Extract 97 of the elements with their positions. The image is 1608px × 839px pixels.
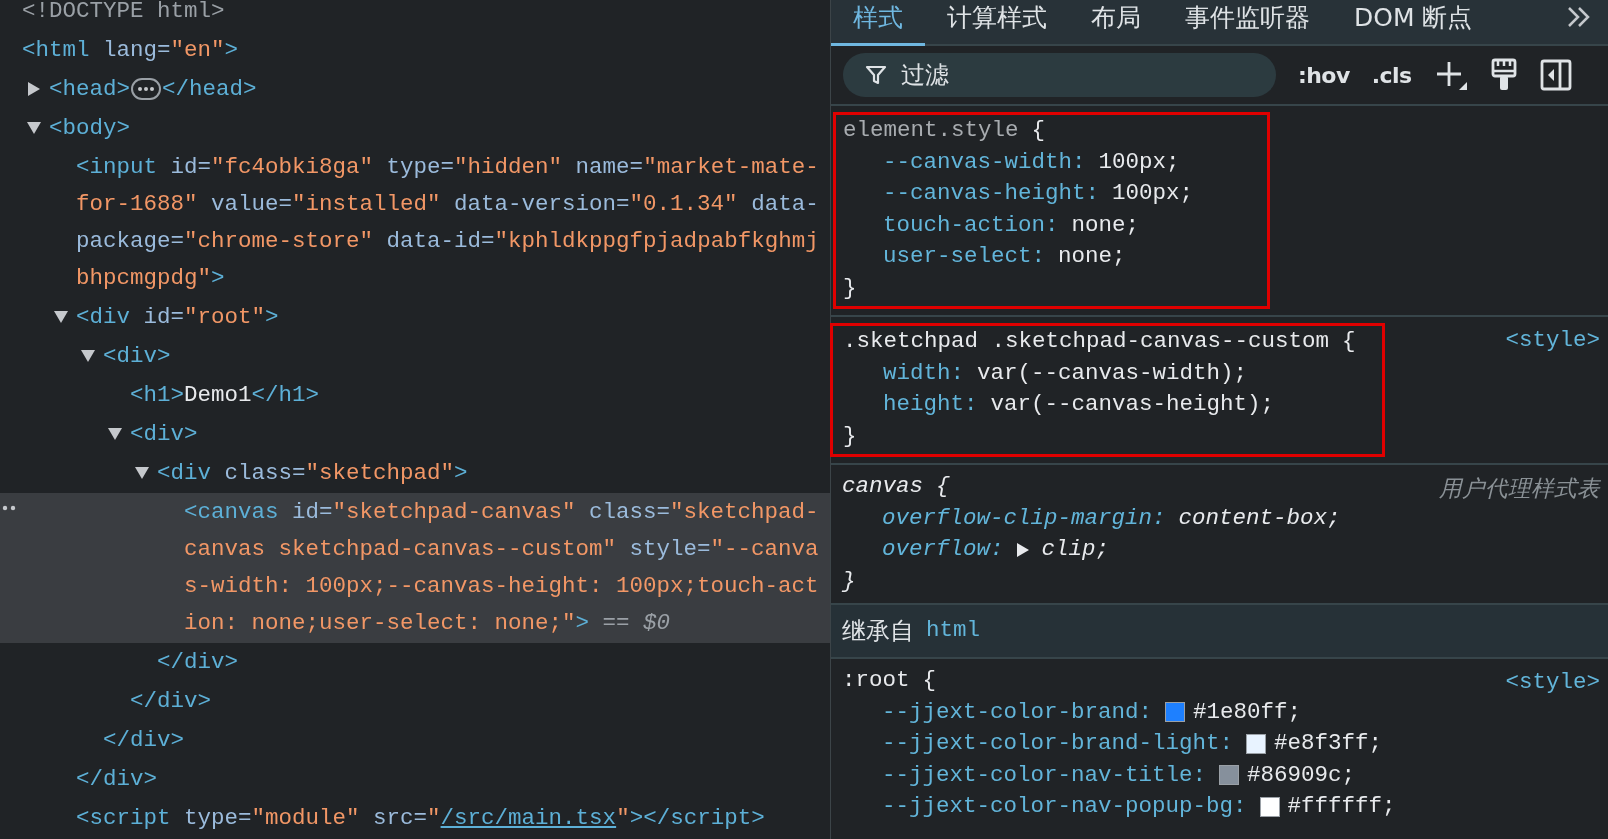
close-brace: }	[842, 566, 856, 596]
expand-toggle-icon[interactable]	[1016, 542, 1029, 557]
css-property[interactable]: touch-action:	[883, 209, 1059, 241]
expand-toggle-icon[interactable]	[27, 82, 41, 96]
expand-toggle-icon[interactable]	[135, 466, 149, 480]
selected-row[interactable]: <canvas id="sketchpad-canvas" class="sketchpad-canvas sketchpad-canvas--custom" style="--canvas-width: 100px;--canvas-height: 100px;touch-action: none;user-select: none;"> == $0	[0, 493, 830, 643]
tab[interactable]: 样式	[831, 0, 925, 46]
css-property[interactable]: --jjext-color-nav-popup-bg:	[882, 791, 1247, 823]
dom-tree-row[interactable]: <div id="root">	[0, 298, 830, 337]
css-value[interactable]: var(--canvas-width);	[977, 357, 1248, 389]
css-value[interactable]: clip;	[1041, 534, 1110, 566]
css-selector: canvas	[842, 472, 923, 501]
dom-node-markup: <div id="root">	[76, 303, 280, 332]
dom-node-markup: <!DOCTYPE html>	[22, 0, 226, 26]
dom-tree-row[interactable]: </div>	[0, 721, 830, 760]
dom-node-markup: <html lang="en">	[22, 36, 240, 65]
dom-node-markup: <div>	[103, 342, 172, 371]
color-swatch[interactable]	[1165, 702, 1186, 723]
dom-tree-row[interactable]: <!DOCTYPE html>	[0, 0, 830, 31]
filter-icon	[865, 64, 887, 86]
dom-node-markup: </div>	[76, 765, 158, 794]
css-selector: .sketchpad .sketchpad-canvas--custom	[843, 327, 1330, 356]
color-swatch[interactable]	[1219, 765, 1240, 786]
tab[interactable]: 布局	[1069, 0, 1163, 46]
expand-toggle-icon[interactable]	[81, 349, 95, 363]
css-value[interactable]: content-box;	[1178, 502, 1341, 534]
dom-tree-row[interactable]: <input id="fc4obki8ga" type="hidden" name="market-mate-for-1688" value="installed" data-version="0.1.34" data-package="chrome-store" data-id="kphldkppgfpjadpabfkghmjbhpcmgpdg">	[0, 148, 830, 298]
expand-toggle-icon[interactable]	[27, 121, 41, 135]
css-value[interactable]: 100px;	[1112, 178, 1194, 210]
dom-tree-row[interactable]: <div class="sketchpad">	[0, 454, 830, 493]
css-property[interactable]: overflow:	[882, 534, 1004, 566]
toolbar-toggle[interactable]: :hov	[1298, 58, 1350, 92]
tab[interactable]: 事件监听器	[1163, 0, 1332, 46]
dom-tree-row[interactable]: <html lang="en">	[0, 31, 830, 70]
toolbar-toggle[interactable]: .cls	[1371, 58, 1412, 92]
css-property[interactable]: --canvas-width:	[883, 146, 1086, 178]
dom-node-markup: <script type="module" src="/src/main.tsx"></script>	[76, 804, 766, 833]
dom-tree-row[interactable]: <div>	[0, 337, 830, 376]
dom-tree-row[interactable]: </div>	[0, 682, 830, 721]
open-brace: {	[1342, 327, 1356, 356]
css-selector: element.style	[843, 116, 1019, 145]
dom-node-markup: <div class="sketchpad">	[157, 459, 469, 488]
css-property[interactable]: user-select:	[883, 241, 1046, 273]
dom-node-markup: <canvas id="sketchpad-canvas" class="sketchpad-canvas sketchpad-canvas--custom" style="--canvas-width: 100px;--canvas-height: 100px;touch-action: none;user-select: none;"> == $0	[184, 498, 820, 638]
css-value[interactable]: #ffffff;	[1287, 791, 1396, 823]
sidebar-toggle-icon[interactable]	[1539, 59, 1572, 91]
dom-tree-row[interactable]: <body>	[0, 109, 830, 148]
css-value[interactable]: #86909c;	[1247, 759, 1356, 791]
css-property[interactable]: width:	[883, 357, 964, 389]
css-value[interactable]: #1e80ff;	[1193, 696, 1302, 728]
source-link[interactable]: <style>	[1505, 667, 1600, 699]
css-property[interactable]: --jjext-color-nav-title:	[882, 759, 1207, 791]
source-link[interactable]: <style>	[1505, 325, 1600, 357]
css-value[interactable]: none;	[1058, 241, 1126, 273]
dom-tree-row[interactable]: <h1>Demo1</h1>	[0, 376, 830, 415]
dom-node-markup: <head> </head>	[49, 75, 258, 104]
dom-node-markup: </div>	[130, 687, 212, 716]
open-brace: {	[922, 666, 937, 695]
inherited-label: 继承自	[842, 616, 914, 647]
paint-brush-icon[interactable]	[1489, 58, 1518, 92]
ellipsis-badge[interactable]	[131, 78, 161, 101]
dom-tree-row[interactable]: </div>	[0, 760, 830, 799]
more-icon[interactable]	[2, 505, 18, 511]
dom-node-markup: <div>	[130, 420, 199, 449]
css-property[interactable]: --canvas-height:	[883, 178, 1100, 210]
css-property[interactable]: --jjext-color-brand:	[882, 696, 1153, 728]
dom-node-markup: <input id="fc4obki8ga" type="hidden" name="market-mate-for-1688" value="installed" data-version="0.1.34" data-package="chrome-store" data-id="kphldkppgfpjadpabfkghmjbhpcmgpdg">	[76, 153, 820, 293]
close-brace: }	[843, 421, 857, 451]
css-value[interactable]: var(--canvas-height);	[990, 389, 1275, 421]
css-property[interactable]: overflow-clip-margin:	[882, 502, 1166, 534]
dom-node-markup: <body>	[49, 114, 131, 143]
dom-node-markup: </div>	[103, 726, 185, 755]
dom-tree-row[interactable]: <head> </head>	[0, 70, 830, 109]
open-brace: {	[936, 472, 950, 501]
close-brace: }	[843, 273, 857, 303]
tab[interactable]: 计算样式	[925, 0, 1069, 46]
element-link[interactable]: html	[926, 614, 980, 648]
stylesheet-origin: 用户代理样式表	[1439, 474, 1600, 503]
chevrons-right-icon[interactable]	[1566, 6, 1592, 28]
dom-node-markup: </div>	[157, 648, 239, 677]
dom-node-markup: <h1>Demo1</h1>	[130, 381, 321, 410]
color-swatch[interactable]	[1259, 796, 1280, 817]
css-value[interactable]: #e8f3ff;	[1274, 728, 1383, 760]
dom-tree-row[interactable]: </div>	[0, 643, 830, 682]
expand-toggle-icon[interactable]	[54, 310, 68, 324]
color-swatch[interactable]	[1246, 733, 1267, 754]
open-brace: {	[1031, 116, 1046, 145]
css-value[interactable]: 100px;	[1098, 146, 1180, 178]
css-value[interactable]: none;	[1071, 209, 1140, 241]
css-selector: :root	[842, 666, 910, 695]
css-property[interactable]: height:	[883, 389, 978, 421]
expand-toggle-icon[interactable]	[108, 427, 122, 441]
css-property[interactable]: --jjext-color-brand-light:	[882, 728, 1234, 760]
dom-tree-row[interactable]: <div>	[0, 415, 830, 454]
dom-tree-row[interactable]: <script type="module" src="/src/main.tsx"></script>	[0, 799, 830, 838]
filter-field[interactable]: 过滤	[843, 53, 1276, 97]
tab[interactable]: DOM 断点	[1332, 0, 1495, 46]
